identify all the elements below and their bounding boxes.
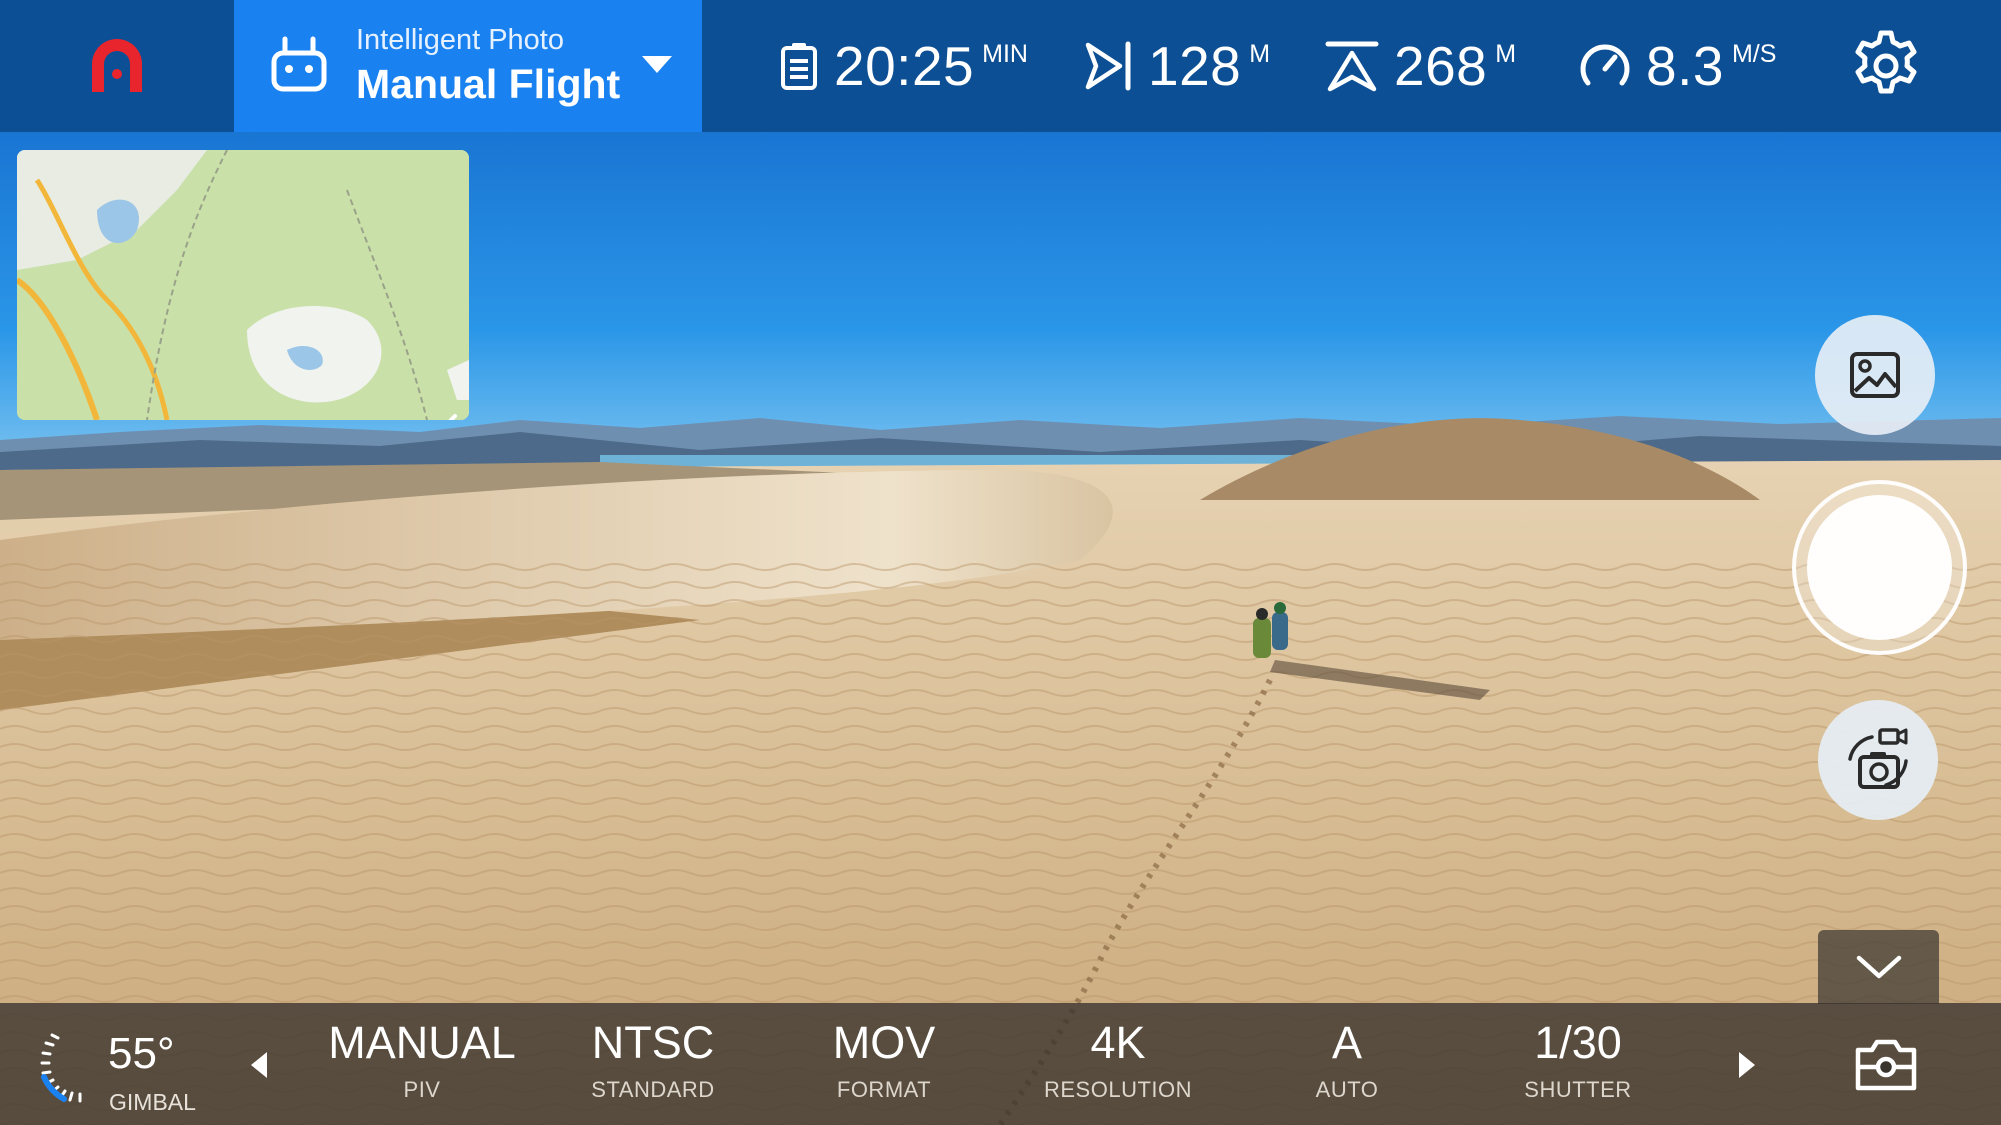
altitude-value: 268	[1394, 35, 1488, 97]
altitude-icon	[1325, 41, 1379, 92]
chevron-down-icon	[1856, 955, 1901, 979]
camera-settings-icon	[1855, 1039, 1917, 1091]
param-auto[interactable]: A AUTO	[1247, 1017, 1447, 1105]
camera-switch-icon	[1848, 728, 1908, 789]
distance-value: 128	[1148, 35, 1242, 97]
minimap-collapse-button[interactable]	[427, 408, 463, 420]
expand-panel-button[interactable]	[1818, 930, 1939, 1004]
param-label: FORMAT	[836, 1077, 932, 1102]
params-scroll-right-button[interactable]	[1732, 1047, 1762, 1083]
distance-unit: M	[1249, 40, 1271, 68]
param-value: A	[1331, 1017, 1362, 1068]
param-label: STANDARD	[591, 1077, 715, 1102]
param-label: SHUTTER	[1524, 1077, 1632, 1102]
shutter-button[interactable]	[1792, 480, 1967, 655]
controller-icon	[271, 36, 327, 92]
param-label: AUTO	[1315, 1077, 1379, 1102]
battery-time-unit: MIN	[982, 40, 1028, 68]
gallery-button[interactable]	[1815, 315, 1935, 435]
param-value: MANUAL	[328, 1017, 516, 1068]
mode-title: Manual Flight	[356, 61, 621, 107]
photo-video-switch-button[interactable]	[1818, 700, 1938, 820]
speed-stat: 8.3 M/S	[1578, 0, 1776, 132]
battery-time-value: 20:25	[834, 35, 975, 97]
minimap[interactable]	[17, 150, 469, 420]
params-scroll-left-button[interactable]	[244, 1047, 274, 1083]
chevron-down-icon	[642, 56, 672, 73]
distance-stat: 128 M	[1082, 0, 1270, 132]
settings-button[interactable]	[1848, 28, 1924, 104]
param-label: PIV	[403, 1077, 441, 1102]
speed-unit: M/S	[1731, 40, 1777, 68]
triangle-right-icon	[1739, 1052, 1755, 1078]
param-value: NTSC	[591, 1017, 715, 1068]
altitude-stat: 268 M	[1324, 0, 1516, 132]
battery-icon	[781, 43, 817, 90]
param-value: MOV	[832, 1017, 936, 1068]
image-icon	[1850, 352, 1900, 398]
gimbal-value: 55°	[108, 1029, 175, 1078]
altitude-unit: M	[1495, 40, 1517, 68]
mode-subtitle: Intelligent Photo	[356, 24, 564, 56]
param-label: RESOLUTION	[1043, 1077, 1193, 1102]
triangle-left-icon	[251, 1052, 267, 1078]
flight-mode-selector[interactable]: Intelligent Photo Manual Flight	[234, 0, 702, 132]
param-value: 4K	[1090, 1017, 1146, 1068]
speedometer-icon	[1580, 44, 1630, 86]
gimbal-dial-icon	[40, 1033, 82, 1103]
app-logo-icon	[92, 39, 142, 92]
battery-time-stat: 20:25 MIN	[778, 0, 1028, 132]
param-value: 1/30	[1534, 1017, 1622, 1068]
param-piv[interactable]: MANUAL PIV	[322, 1017, 522, 1105]
camera-settings-bar: 55° GIMBAL MANUAL PIV NTSC STANDARD MOV …	[0, 1003, 2001, 1125]
speed-value: 8.3	[1646, 35, 1724, 97]
param-format[interactable]: MOV FORMAT	[784, 1017, 984, 1105]
map-graphic	[17, 150, 469, 420]
gimbal-label: GIMBAL	[109, 1089, 196, 1115]
gimbal-indicator[interactable]: 55° GIMBAL	[38, 1021, 238, 1121]
shutter-button-inner	[1807, 495, 1952, 640]
logo-area[interactable]	[0, 0, 234, 132]
param-resolution[interactable]: 4K RESOLUTION	[1018, 1017, 1218, 1105]
chevron-left-icon	[448, 414, 457, 420]
top-bar: Intelligent Photo Manual Flight 20:25 MI…	[0, 0, 2001, 132]
gear-icon	[1855, 30, 1917, 94]
param-shutter[interactable]: 1/30 SHUTTER	[1478, 1017, 1678, 1105]
param-standard[interactable]: NTSC STANDARD	[553, 1017, 753, 1105]
distance-icon	[1085, 41, 1131, 91]
camera-settings-button[interactable]	[1850, 1030, 1922, 1098]
